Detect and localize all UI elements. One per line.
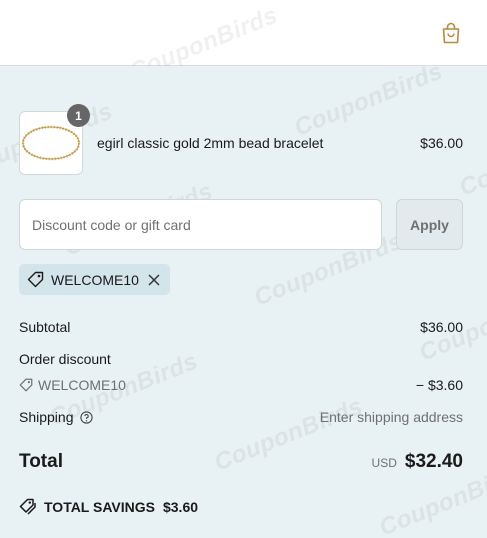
currency-code: USD	[371, 456, 397, 470]
total-savings-label: TOTAL SAVINGS	[44, 498, 155, 515]
total-label: Total	[19, 451, 63, 472]
tags-icon	[19, 498, 36, 515]
shopping-bag-icon[interactable]	[441, 22, 461, 44]
shipping-row: Shipping Enter shipping address	[19, 409, 463, 427]
product-price: $36.00	[420, 135, 463, 151]
subtotal-value: $36.00	[420, 319, 463, 335]
shipping-value: Enter shipping address	[319, 409, 463, 425]
order-discount-label: Order discount	[19, 351, 111, 367]
order-summary: CouponBirds CouponBirds CouponBirds Coup…	[0, 66, 487, 538]
discount-code-input[interactable]	[19, 199, 382, 250]
applied-discount-chip: WELCOME10	[19, 264, 170, 295]
subtotal-label: Subtotal	[19, 319, 71, 335]
cart-item: 1 egirl classic gold 2mm bead bracelet $…	[19, 104, 463, 175]
tag-icon	[19, 378, 33, 392]
discount-amount: − $3.60	[415, 377, 463, 393]
total-savings-amount: $3.60	[162, 498, 199, 515]
checkout-header	[0, 0, 487, 66]
tag-icon	[27, 271, 44, 288]
discount-code-detail: WELCOME10	[19, 377, 126, 393]
order-discount-row: Order discount	[19, 351, 463, 369]
total-price-group: USD $32.40	[372, 451, 463, 473]
total-row: Total USD $32.40	[19, 451, 463, 475]
remove-discount-button[interactable]	[147, 273, 161, 287]
product-name: egirl classic gold 2mm bead bracelet	[97, 135, 324, 151]
shipping-label-group: Shipping	[19, 409, 93, 425]
apply-discount-button[interactable]: Apply	[396, 199, 463, 250]
discount-code-text: WELCOME10	[38, 377, 126, 393]
shipping-label: Shipping	[19, 409, 74, 425]
close-icon	[148, 273, 160, 286]
applied-code-label: WELCOME10	[51, 271, 139, 288]
subtotal-row: Subtotal $36.00	[19, 319, 463, 337]
discount-code-row: WELCOME10 − $3.60	[19, 377, 463, 395]
total-amount: $32.40	[404, 451, 463, 472]
total-savings: TOTAL SAVINGS $3.60	[19, 498, 198, 515]
quantity-badge: 1	[67, 104, 90, 127]
help-icon[interactable]	[79, 410, 93, 424]
